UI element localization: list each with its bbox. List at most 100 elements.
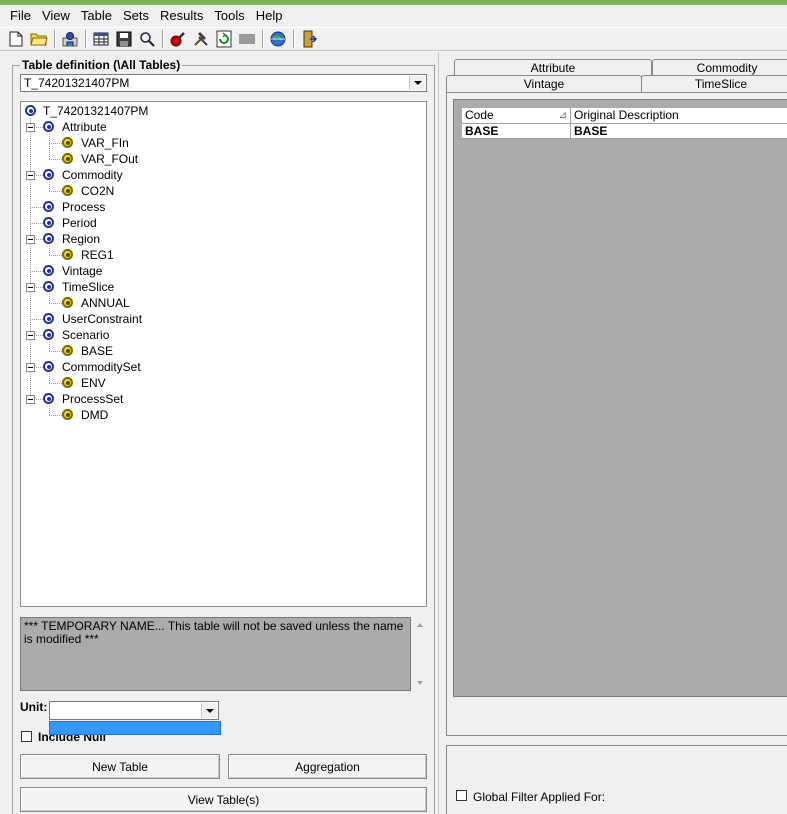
save-icon[interactable] [114,29,134,49]
toolbar-separator [162,30,164,48]
toolbar-separator [293,30,295,48]
unit-combo[interactable] [49,701,219,720]
tab-attribute[interactable]: Attribute [454,59,652,76]
sort-icon: ⊿ [558,110,567,121]
tab-timeslice[interactable]: TimeSlice [641,75,787,92]
refresh-icon[interactable] [214,29,234,49]
dimension-node-icon [43,265,54,276]
menu-bar: File View Table Sets Results Tools Help [0,6,787,26]
panel-splitter[interactable] [438,52,439,814]
menu-sets[interactable]: Sets [118,6,155,26]
toolbar [0,27,787,51]
tree-root[interactable]: T_74201321407PM [43,103,148,119]
tree-node-scenario[interactable]: Scenario [62,327,109,343]
tree-leaf[interactable]: ENV [81,375,106,391]
table-name-combo[interactable]: T_74201321407PM [20,74,427,92]
tree-node-timeslice[interactable]: TimeSlice [62,279,114,295]
tree-connector [49,143,62,144]
column-header-description[interactable]: Original Description [571,108,787,124]
data-grid[interactable]: Code ⊿ Original Description BASE BASE [453,99,787,697]
table-cell-code[interactable]: BASE [462,124,571,139]
search-icon[interactable] [137,29,157,49]
tree-leaf[interactable]: VAR_FOut [81,151,138,167]
toolbar-separator [85,30,87,48]
menu-results[interactable]: Results [155,6,209,26]
collapse-icon[interactable] [26,331,35,340]
tree-leaf[interactable]: ANNUAL [81,295,130,311]
tree-connector [36,239,43,240]
hammer-icon[interactable] [191,29,211,49]
scroll-down-icon[interactable] [417,681,423,685]
tree-connector [49,182,50,191]
tree-connector [49,191,62,192]
tree-node-period[interactable]: Period [62,215,97,231]
dimension-node-icon [43,281,54,292]
collapse-icon[interactable] [26,363,35,372]
tree-node-vintage[interactable]: Vintage [62,263,102,279]
dimension-node-icon [43,313,54,324]
unit-dropdown-list[interactable] [49,721,221,735]
menu-view[interactable]: View [37,6,76,26]
message-scrollbar[interactable] [413,617,427,691]
new-table-button[interactable]: New Table [20,754,220,779]
dimension-node-icon [43,217,54,228]
user-icon[interactable] [60,29,80,49]
tree-leaf[interactable]: BASE [81,343,113,359]
tree-node-commodity[interactable]: Commodity [62,167,123,183]
tree-node-commodityset[interactable]: CommoditySet [62,359,141,375]
column-header-code[interactable]: Code ⊿ [462,108,571,124]
exit-icon[interactable] [299,29,319,49]
tree-leaf[interactable]: REG1 [81,247,114,263]
toolbar-separator [262,30,264,48]
collapse-icon[interactable] [26,395,35,404]
window-title-strip [0,0,787,5]
tool-icon[interactable] [168,29,188,49]
tree-leaf[interactable]: VAR_FIn [81,135,129,151]
collapse-icon[interactable] [26,123,35,132]
member-node-icon [62,137,73,148]
tree-connector [36,175,43,176]
table-grid-icon[interactable] [91,29,111,49]
globe-icon[interactable] [268,29,288,49]
table-definition-tree[interactable]: T_74201321407PM Attribute VAR_FIn VAR_FO… [20,101,427,607]
tree-connector [49,342,50,351]
chevron-down-icon[interactable] [201,703,217,718]
scroll-up-icon[interactable] [417,623,423,627]
global-filter-checkbox[interactable] [456,790,467,801]
menu-help[interactable]: Help [251,6,289,26]
tree-node-attribute[interactable]: Attribute [62,119,107,135]
collapse-icon[interactable] [26,283,35,292]
unit-label: Unit: [20,700,48,714]
menu-file[interactable]: File [0,6,37,26]
tree-leaf[interactable]: DMD [81,407,108,423]
collapse-icon[interactable] [26,235,35,244]
dimension-node-icon [43,233,54,244]
member-node-icon [62,345,73,356]
tab-commodity[interactable]: Commodity [652,59,787,76]
tree-node-process[interactable]: Process [62,199,105,215]
tree-connector [49,294,50,303]
tree-node-processset[interactable]: ProcessSet [62,391,123,407]
aggregation-button[interactable]: Aggregation [228,754,427,779]
chevron-down-icon[interactable] [409,76,425,90]
tree-leaf[interactable]: CO2N [81,183,114,199]
collapse-icon[interactable] [26,171,35,180]
tree-connector [49,255,62,256]
menu-table[interactable]: Table [76,6,118,26]
include-null-checkbox[interactable] [21,731,32,742]
tree-node-region[interactable]: Region [62,231,100,247]
table-cell-description[interactable]: BASE [571,124,787,139]
open-folder-icon[interactable] [29,29,49,49]
tab-vintage[interactable]: Vintage [446,75,642,92]
tree-node-userconstraint[interactable]: UserConstraint [62,311,142,327]
new-file-icon[interactable] [6,29,26,49]
member-node-icon [62,409,73,420]
dimension-node-icon [43,393,54,404]
view-tables-button[interactable]: View Table(s) [20,787,427,812]
member-node-icon [62,297,73,308]
tree-connector [49,374,50,383]
tree-connector [49,134,50,159]
menu-tools[interactable]: Tools [209,6,250,26]
tree-connector [49,351,62,352]
member-node-icon [62,153,73,164]
